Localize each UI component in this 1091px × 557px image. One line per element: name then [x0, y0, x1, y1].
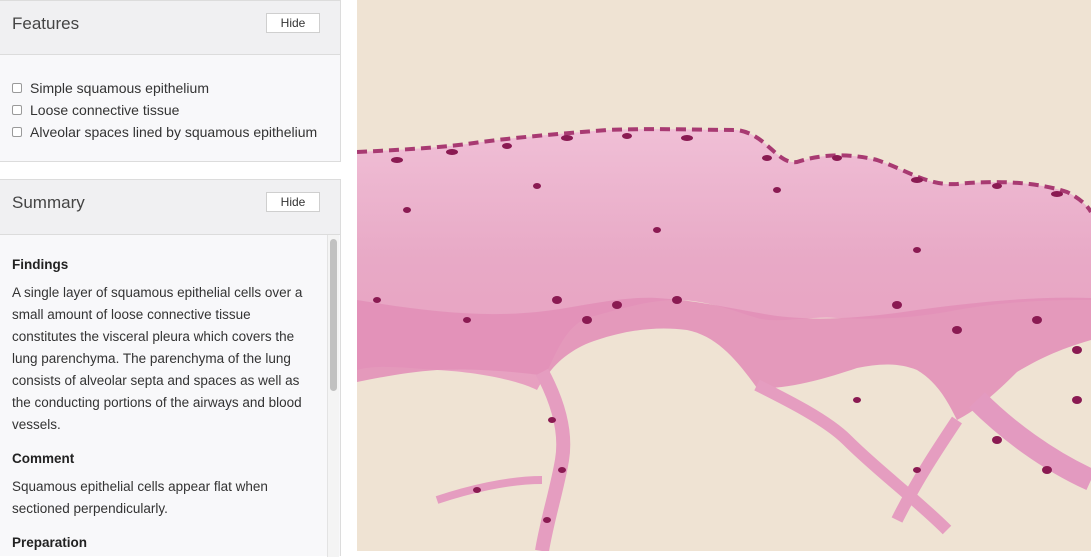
feature-checkbox[interactable] — [12, 105, 22, 115]
comment-text: Squamous epithelial cells appear flat wh… — [12, 479, 268, 516]
features-title: Features — [12, 14, 80, 33]
feature-item-loose-connective[interactable]: Loose connective tissue — [12, 99, 317, 121]
comment-heading: Comment — [12, 451, 75, 466]
features-panel: Features Hide Simple squamous epithelium… — [0, 0, 341, 162]
feature-list: Simple squamous epithelium Loose connect… — [12, 77, 317, 143]
preparation-heading: Preparation — [12, 535, 88, 550]
feature-checkbox[interactable] — [12, 83, 22, 93]
histology-slide-image — [357, 0, 1091, 551]
summary-panel-header: Summary Hide — [0, 180, 340, 235]
summary-panel: Summary Hide Findings A single layer of … — [0, 179, 341, 557]
findings-text: A single layer of squamous epithelial ce… — [12, 285, 303, 432]
summary-hide-button[interactable]: Hide — [266, 192, 320, 212]
feature-item-simple-squamous[interactable]: Simple squamous epithelium — [12, 77, 317, 99]
features-panel-header: Features Hide — [0, 1, 340, 55]
feature-label: Alveolar spaces lined by squamous epithe… — [30, 124, 318, 140]
summary-scrollbar-thumb[interactable] — [330, 239, 337, 391]
feature-label: Simple squamous epithelium — [30, 80, 209, 96]
feature-checkbox[interactable] — [12, 127, 22, 137]
features-hide-button[interactable]: Hide — [266, 13, 320, 33]
summary-body: Findings A single layer of squamous epit… — [12, 254, 307, 554]
feature-label: Loose connective tissue — [30, 102, 180, 118]
slide-image-viewer[interactable] — [357, 0, 1091, 551]
summary-scrollbar[interactable] — [327, 235, 339, 557]
summary-title: Summary — [12, 193, 85, 212]
findings-heading: Findings — [12, 257, 69, 272]
feature-item-alveolar-spaces[interactable]: Alveolar spaces lined by squamous epithe… — [12, 121, 317, 143]
sidebar: Features Hide Simple squamous epithelium… — [0, 0, 342, 557]
